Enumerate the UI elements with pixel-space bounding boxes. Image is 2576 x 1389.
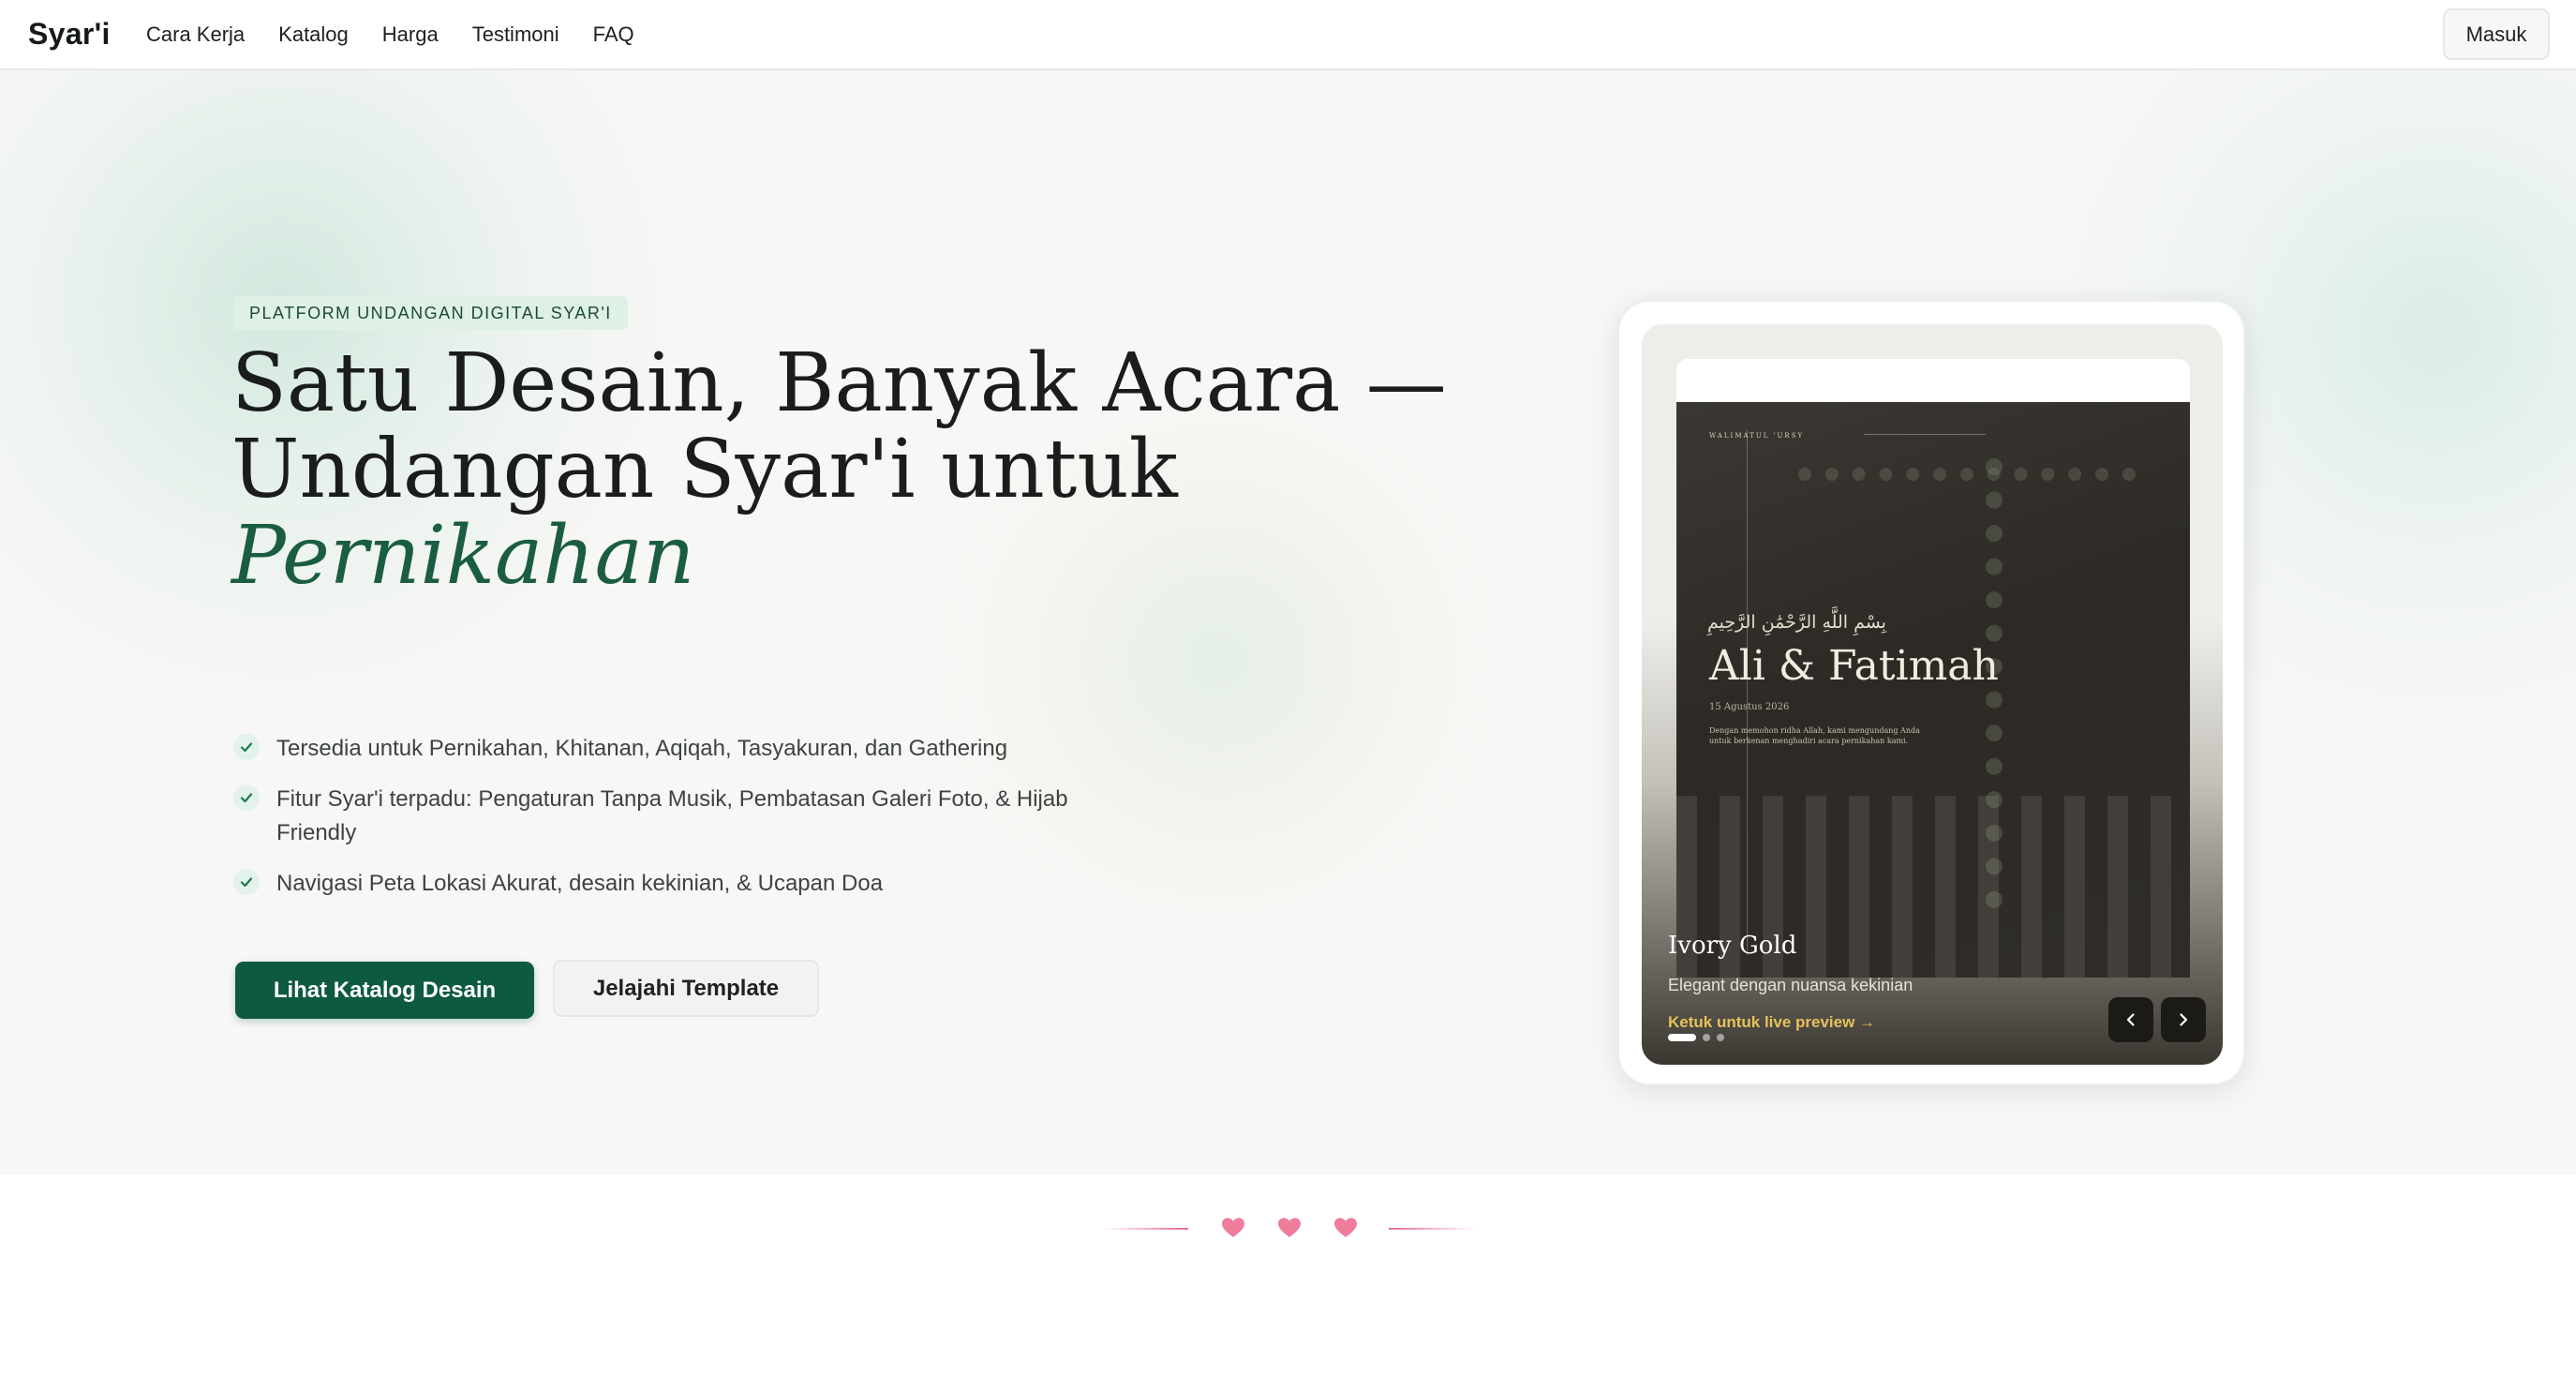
carousel-dot[interactable] (1717, 1034, 1724, 1041)
invitation-names: Ali & Fatimah (1709, 642, 1999, 690)
carousel-dot-active[interactable] (1668, 1034, 1696, 1041)
carousel-prev-button[interactable] (2108, 997, 2153, 1042)
invitation-date: 15 Agustus 2026 (1709, 702, 1790, 712)
invitation-preview-image[interactable]: WALIMATUL 'URSY بِسْمِ اللَّهِ الرَّحْمَ… (1676, 402, 2190, 978)
feature-list: Tersedia untuk Pernikahan, Khitanan, Aqi… (233, 732, 1077, 918)
view-catalog-button[interactable]: Lihat Katalog Desain (235, 962, 534, 1019)
feature-text: Fitur Syar'i terpadu: Pengaturan Tanpa M… (276, 786, 1068, 845)
brand-logo[interactable]: Syar'i (28, 17, 111, 52)
hero-headline: Satu Desain, Banyak Acara — Undangan Sya… (231, 340, 1450, 599)
headline-line-1: Satu Desain, Banyak Acara — (231, 336, 1447, 430)
nav-links: Cara Kerja Katalog Harga Testimoni FAQ (146, 22, 634, 47)
invitation-paper-top (1676, 359, 2190, 404)
invitation-subtitle: WALIMATUL 'URSY (1709, 432, 1805, 440)
feature-text: Tersedia untuk Pernikahan, Khitanan, Aqi… (276, 736, 1008, 761)
hero-badge: PLATFORM UNDANGAN DIGITAL SYAR'I (233, 296, 628, 330)
invitation-text: Dengan memohon ridha Allah, kami mengund… (1709, 726, 1920, 745)
nav-link-katalog[interactable]: Katalog (278, 22, 349, 47)
template-preview-card: WALIMATUL 'URSY بِسْمِ اللَّهِ الرَّحْمَ… (1617, 300, 2245, 1085)
nav-link-testimoni[interactable]: Testimoni (472, 22, 559, 47)
divider-line (1389, 1228, 1475, 1230)
nav-link-faq[interactable]: FAQ (593, 22, 634, 47)
heart-icon (1222, 1217, 1244, 1237)
heart-icon (1334, 1217, 1357, 1237)
feature-text: Navigasi Peta Lokasi Akurat, desain keki… (276, 871, 884, 896)
section-divider (1102, 1209, 1475, 1247)
decor-line (1747, 430, 1748, 955)
feature-item: Fitur Syar'i terpadu: Pengaturan Tanpa M… (233, 783, 1077, 850)
nav-link-cara-kerja[interactable]: Cara Kerja (146, 22, 245, 47)
nav-link-harga[interactable]: Harga (382, 22, 439, 47)
hero-section: PLATFORM UNDANGAN DIGITAL SYAR'I Satu De… (0, 70, 2576, 1174)
explore-template-button[interactable]: Jelajahi Template (553, 960, 819, 1017)
decor-line (1864, 434, 1986, 435)
login-button[interactable]: Masuk (2443, 8, 2550, 60)
feature-item: Navigasi Peta Lokasi Akurat, desain keki… (233, 867, 1077, 901)
template-description: Elegant dengan nuansa kekinian (1668, 976, 1913, 994)
check-icon (233, 734, 260, 760)
headline-line-2: Undangan Syar'i untuk (231, 423, 1178, 516)
headline-accent: Pernikahan (231, 509, 695, 603)
check-icon (233, 869, 260, 895)
carousel-indicators (1668, 1034, 1724, 1041)
invitation-basmala: بِسْمِ اللَّهِ الرَّحْمَٰنِ الرَّحِيمِ (1707, 612, 1886, 633)
divider-line (1102, 1228, 1188, 1230)
chevron-right-icon (2180, 1013, 2188, 1026)
check-icon (233, 784, 260, 811)
template-name: Ivory Gold (1668, 932, 1797, 960)
carousel-dot[interactable] (1703, 1034, 1710, 1041)
live-preview-link[interactable]: Ketuk untuk live preview → (1668, 1013, 1875, 1032)
heart-icon (1278, 1217, 1301, 1237)
feature-item: Tersedia untuk Pernikahan, Khitanan, Aqi… (233, 732, 1077, 766)
top-navbar: Syar'i Cara Kerja Katalog Harga Testimon… (0, 0, 2576, 70)
carousel-next-button[interactable] (2161, 997, 2206, 1042)
chevron-left-icon (2126, 1013, 2135, 1026)
template-carousel[interactable]: WALIMATUL 'URSY بِسْمِ اللَّهِ الرَّحْمَ… (1642, 324, 2223, 1065)
